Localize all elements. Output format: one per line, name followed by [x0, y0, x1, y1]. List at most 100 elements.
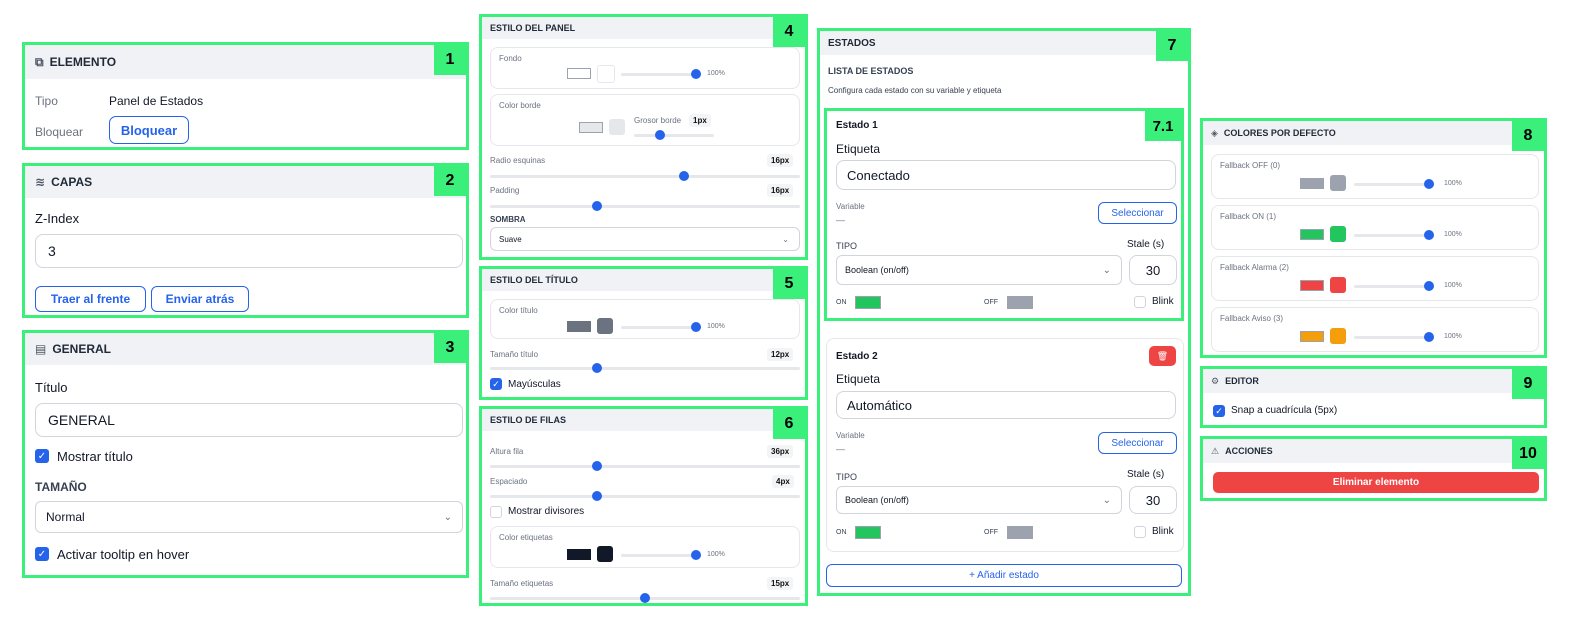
fallback-color-square[interactable]: [1330, 226, 1346, 242]
slider-knob[interactable]: [1424, 230, 1434, 240]
slider-knob[interactable]: [592, 491, 602, 501]
estado-1-tipo-select[interactable]: Boolean (on/off) ⌄: [836, 255, 1122, 285]
color-titulo-slider[interactable]: [621, 322, 701, 332]
padding-value: 16px: [767, 184, 794, 197]
slider-knob[interactable]: [592, 461, 602, 471]
mayusculas-checkbox[interactable]: ✓: [490, 378, 502, 390]
altura-slider[interactable]: [490, 461, 800, 471]
fallback-swatch[interactable]: [1300, 331, 1324, 342]
estado-2-select-button[interactable]: Seleccionar: [1098, 432, 1177, 454]
fallback-label: Fallback OFF (0): [1220, 161, 1281, 170]
padding-slider[interactable]: [490, 201, 800, 211]
zindex-input[interactable]: 3: [35, 234, 463, 268]
estado-2-name: Estado 2: [836, 351, 878, 362]
fallback-opacity-slider[interactable]: [1354, 179, 1434, 189]
slider-knob[interactable]: [691, 550, 701, 560]
fallback-swatch[interactable]: [1300, 178, 1324, 189]
slider-knob[interactable]: [1424, 179, 1434, 189]
fallback-opacity-slider[interactable]: [1354, 281, 1434, 291]
tamano-select[interactable]: Normal ⌄: [35, 501, 463, 533]
fallback-label: Fallback ON (1): [1220, 212, 1277, 221]
snap-label: Snap a cuadrícula (5px): [1231, 405, 1338, 416]
espaciado-slider[interactable]: [490, 491, 800, 501]
add-estado-button[interactable]: + Añadir estado: [826, 564, 1182, 587]
mostrar-titulo-checkbox[interactable]: ✓: [35, 449, 49, 463]
estado-1-on-swatch[interactable]: [855, 296, 881, 309]
fallback-swatch[interactable]: [1300, 280, 1324, 291]
fallback-swatch[interactable]: [1300, 229, 1324, 240]
color-etiquetas-swatch[interactable]: [567, 549, 591, 560]
fallback-color-card: Fallback Aviso (3) 100%: [1211, 307, 1539, 352]
fallback-opacity-slider[interactable]: [1354, 332, 1434, 342]
borde-swatch[interactable]: [579, 122, 603, 133]
tooltip-label: Activar tooltip en hover: [57, 547, 190, 562]
estado-1-off-swatch[interactable]: [1007, 296, 1033, 309]
layers-icon: ≋: [35, 175, 46, 189]
fallback-opacity-slider[interactable]: [1354, 230, 1434, 240]
fallback-color-square[interactable]: [1330, 277, 1346, 293]
borde-color-square[interactable]: [609, 119, 625, 135]
bring-front-button[interactable]: Traer al frente: [35, 286, 146, 312]
tooltip-checkbox[interactable]: ✓: [35, 547, 49, 561]
editor-panel: ⚙ EDITOR 9 ✓ Snap a cuadrícula (5px): [1200, 366, 1547, 428]
fallback-color-card: Fallback Alarma (2) 100%: [1211, 256, 1539, 301]
slider-knob[interactable]: [655, 130, 665, 140]
trash-button[interactable]: 🗑: [1149, 346, 1176, 366]
estado-1-stale-input[interactable]: 30: [1129, 255, 1177, 285]
tamano-etiquetas-slider[interactable]: [490, 593, 800, 603]
estado-2-on-swatch[interactable]: [855, 526, 881, 539]
slider-knob[interactable]: [640, 593, 650, 603]
slider-knob[interactable]: [679, 171, 689, 181]
estado-2-variable-value: —: [836, 444, 845, 454]
estado-1-stale-label: Stale (s): [1127, 239, 1165, 250]
sombra-select[interactable]: Suave ⌄: [490, 227, 800, 251]
tipo-value: Panel de Estados: [109, 94, 204, 108]
color-etiquetas-square[interactable]: [597, 546, 613, 562]
delete-element-button[interactable]: Eliminar elemento: [1213, 472, 1539, 493]
tamano-titulo-label: Tamaño título: [490, 350, 539, 359]
divisores-checkbox[interactable]: [490, 506, 502, 518]
badge-10: 10: [1512, 439, 1544, 469]
estado-2-etiqueta-label: Etiqueta: [836, 372, 881, 386]
slider-knob[interactable]: [592, 363, 602, 373]
estilo-filas-header: ESTILO DE FILAS: [482, 409, 805, 431]
estado-2-tipo-select[interactable]: Boolean (on/off) ⌄: [836, 486, 1122, 514]
altura-value: 36px: [767, 445, 794, 458]
color-etiquetas-slider[interactable]: [621, 550, 701, 560]
estado-1-variable-label: Variable: [836, 202, 865, 211]
bloquear-button[interactable]: Bloquear: [109, 116, 189, 144]
sombra-label: SOMBRA: [490, 215, 526, 224]
titulo-input[interactable]: GENERAL: [35, 403, 463, 437]
estado-2-etiqueta-input[interactable]: Automático: [836, 391, 1176, 419]
elemento-title: ELEMENTO: [49, 55, 117, 69]
color-titulo-swatch[interactable]: [567, 321, 591, 332]
fallback-color-square[interactable]: [1330, 328, 1346, 344]
estado-2-stale-input[interactable]: 30: [1129, 486, 1177, 514]
badge-7-1: 7.1: [1145, 111, 1181, 141]
send-back-button[interactable]: Enviar atrás: [151, 286, 249, 312]
estado-1-blink-checkbox[interactable]: [1134, 296, 1146, 308]
slider-knob[interactable]: [1424, 281, 1434, 291]
fondo-color-square[interactable]: [597, 65, 615, 83]
slider-knob[interactable]: [691, 69, 701, 79]
grosor-label: Grosor borde: [634, 116, 682, 125]
estado-2-blink-checkbox[interactable]: [1134, 526, 1146, 538]
estado-1-select-button[interactable]: Seleccionar: [1098, 202, 1177, 224]
estado-2-off-swatch[interactable]: [1007, 526, 1033, 539]
slider-knob[interactable]: [592, 201, 602, 211]
slider-knob[interactable]: [691, 322, 701, 332]
fallback-label: Fallback Alarma (2): [1220, 263, 1289, 272]
tamano-titulo-slider[interactable]: [490, 363, 800, 373]
lista-estados-desc: Configura cada estado con su variable y …: [828, 86, 1002, 95]
snap-checkbox[interactable]: ✓: [1213, 405, 1225, 417]
grosor-slider[interactable]: [634, 130, 714, 140]
slider-knob[interactable]: [1424, 332, 1434, 342]
editor-header: ⚙ EDITOR: [1203, 369, 1544, 393]
fallback-color-square[interactable]: [1330, 175, 1346, 191]
espaciado-value: 4px: [772, 475, 794, 488]
fondo-opacity-slider[interactable]: [621, 69, 701, 79]
color-titulo-square[interactable]: [597, 318, 613, 334]
radio-slider[interactable]: [490, 171, 800, 181]
fondo-swatch[interactable]: [567, 68, 591, 79]
estado-1-etiqueta-input[interactable]: Conectado: [836, 160, 1176, 190]
